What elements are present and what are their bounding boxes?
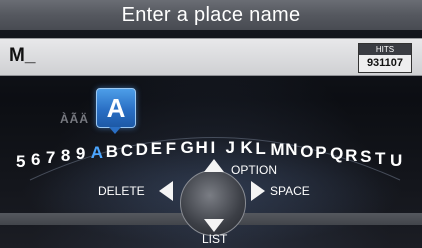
badge-pointer bbox=[109, 127, 121, 134]
option-label: OPTION bbox=[231, 163, 278, 177]
selected-character-badge[interactable]: A bbox=[96, 88, 136, 128]
character-key[interactable]: N bbox=[285, 140, 297, 160]
character-key[interactable]: I bbox=[210, 138, 215, 158]
accented-characters[interactable]: ÀÃÄ bbox=[60, 112, 89, 126]
character-key[interactable]: K bbox=[240, 138, 252, 158]
character-key[interactable]: J bbox=[225, 138, 234, 158]
character-key[interactable]: O bbox=[300, 142, 313, 162]
space-label: SPACE bbox=[270, 184, 310, 198]
up-arrow-icon[interactable] bbox=[204, 159, 224, 172]
character-key[interactable]: B bbox=[106, 142, 118, 162]
down-arrow-icon[interactable] bbox=[204, 219, 224, 232]
left-arrow-icon[interactable] bbox=[159, 181, 173, 201]
character-key[interactable]: F bbox=[166, 139, 176, 159]
character-key[interactable]: H bbox=[196, 138, 208, 158]
navigation-screen: Enter a place name M_ HITS 931107 ÀÃÄ A … bbox=[0, 0, 422, 248]
character-key[interactable]: 5 bbox=[16, 152, 25, 172]
character-key[interactable]: G bbox=[181, 138, 194, 158]
character-key[interactable]: 8 bbox=[61, 146, 70, 166]
character-key[interactable]: 9 bbox=[76, 144, 85, 164]
character-key[interactable]: 6 bbox=[31, 150, 40, 170]
character-key[interactable]: S bbox=[360, 147, 371, 167]
character-key[interactable]: R bbox=[345, 146, 357, 166]
character-key[interactable]: U bbox=[390, 151, 402, 171]
character-key[interactable]: T bbox=[375, 149, 385, 169]
character-key[interactable]: L bbox=[255, 139, 265, 159]
character-key[interactable]: C bbox=[121, 141, 133, 161]
character-key[interactable]: 7 bbox=[46, 148, 55, 168]
delete-label: DELETE bbox=[98, 184, 145, 198]
character-key[interactable]: A bbox=[91, 143, 103, 163]
character-key[interactable]: P bbox=[315, 143, 326, 163]
list-label: LIST bbox=[202, 232, 228, 246]
character-key[interactable]: D bbox=[136, 140, 148, 160]
right-arrow-icon[interactable] bbox=[251, 181, 265, 201]
character-key[interactable]: Q bbox=[330, 144, 343, 164]
character-key[interactable]: E bbox=[151, 139, 162, 159]
character-key[interactable]: M bbox=[270, 140, 284, 160]
